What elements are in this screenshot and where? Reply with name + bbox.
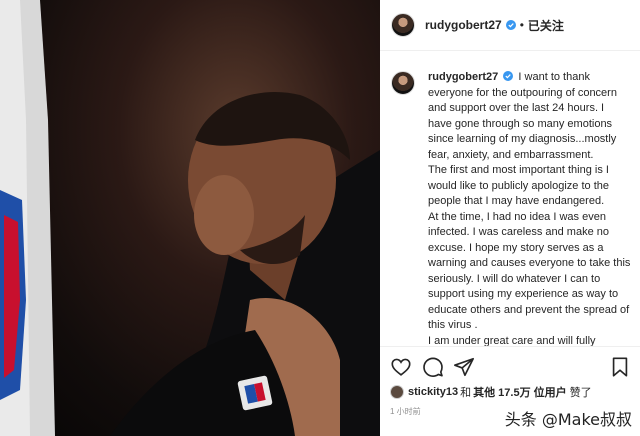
liker-username[interactable]: stickity13 [408,386,458,398]
verified-badge-icon [503,71,514,81]
caption-paragraph: The first and most important thing is I … [428,164,610,207]
likes-unit[interactable]: 位用户 [534,384,567,400]
caption-paragraph: I am under great care and will fully [428,334,596,347]
likes-connector: 和 [460,387,472,399]
username[interactable]: rudygobert27 [425,18,502,32]
likes-others-label[interactable]: 其他 [473,384,495,400]
caption: rudygobert27 I want to thank everyone fo… [380,62,640,346]
caption-paragraph: I want to thank everyone for the outpour… [428,71,617,161]
caption-text: rudygobert27 I want to thank everyone fo… [428,70,631,346]
follow-button[interactable]: 已关注 [528,17,564,34]
watermark: 头条 @Make叔叔 [504,410,632,429]
separator-dot: • [519,18,524,32]
post-photo [0,0,380,436]
comment-icon[interactable] [422,356,444,378]
post-timestamp: 1 小时前 [390,407,421,416]
avatar[interactable] [391,13,415,37]
likes-line: stickity13 和 其他 17.5万 位用户 赞了 [390,383,640,401]
likes-suffix: 赞了 [569,387,592,399]
player-photo-illustration [0,0,380,436]
post-header: rudygobert27 • 已关注 [380,0,640,51]
likes-count[interactable]: 17.5万 [498,384,530,400]
caption-username[interactable]: rudygobert27 [428,71,498,83]
bookmark-icon[interactable] [609,356,631,378]
post-panel: rudygobert27 • 已关注 rudygobert27 I want t… [380,0,640,436]
share-icon[interactable] [453,356,475,378]
caption-avatar[interactable] [391,71,415,95]
heart-icon[interactable] [390,356,412,378]
caption-paragraph: At the time, I had no idea I was even in… [428,210,631,332]
liker-avatar [390,385,404,399]
verified-badge-icon [505,20,516,30]
action-bar [380,346,640,383]
